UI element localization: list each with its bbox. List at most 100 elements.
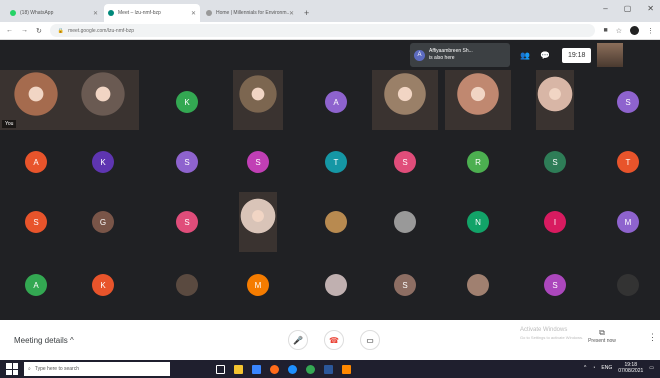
tab-millennials[interactable]: Home | Millennials for Environm... ✕ xyxy=(202,4,298,22)
window-controls: – ▢ ✕ xyxy=(603,4,654,13)
participant-avatar[interactable]: S xyxy=(247,151,269,173)
participant-avatar[interactable]: A xyxy=(325,91,347,113)
firefox-icon[interactable] xyxy=(270,364,279,374)
participant-avatar[interactable]: M xyxy=(247,274,269,296)
close-window-icon[interactable]: ✕ xyxy=(647,4,654,13)
participant-avatar[interactable]: T xyxy=(617,151,639,173)
search-icon: ⌕ xyxy=(28,366,31,372)
menu-dots-icon[interactable]: ⋮ xyxy=(647,27,654,35)
participant-avatar[interactable]: I xyxy=(544,211,566,233)
wifi-icon[interactable]: ◔ xyxy=(592,365,595,371)
participant-avatar[interactable]: A xyxy=(25,274,47,296)
whatsapp-icon xyxy=(10,10,16,16)
maximize-icon[interactable]: ▢ xyxy=(624,4,632,13)
participant-video-tile[interactable] xyxy=(67,70,139,130)
profile-avatar[interactable] xyxy=(630,26,639,35)
tab-title: (18) WhatsApp xyxy=(20,10,54,16)
participant-video-tile[interactable] xyxy=(445,70,511,130)
participant-video-tile[interactable] xyxy=(536,70,574,130)
participant-avatar[interactable]: S xyxy=(544,151,566,173)
forward-icon[interactable]: → xyxy=(21,27,28,34)
end-call-button[interactable]: ☎ xyxy=(324,330,344,350)
participant-avatar[interactable]: S xyxy=(394,274,416,296)
meeting-controls-bar: Meeting details ^ 🎤 ☎ ▭ Activate Windows… xyxy=(0,320,660,360)
participant-video-tile[interactable] xyxy=(239,192,277,252)
url-field[interactable]: 🔒 meet.google.com/lzu-nmf-bzp xyxy=(49,24,596,37)
phone-hangup-icon: ☎ xyxy=(329,335,339,345)
participant-avatar[interactable] xyxy=(325,274,347,296)
taskbar-date: 07/08/2021 xyxy=(618,368,644,374)
tab-title: Home | Millennials for Environm... xyxy=(216,10,289,16)
taskbar-search[interactable]: ⌕ Type here to search xyxy=(24,362,170,376)
participant-avatar[interactable] xyxy=(467,274,489,296)
close-tab-icon[interactable]: ✕ xyxy=(93,10,98,17)
participant-avatar[interactable]: M xyxy=(617,211,639,233)
activate-sub: Go to Settings to activate Windows. xyxy=(520,335,584,340)
minimize-icon[interactable]: – xyxy=(603,4,607,13)
participant-avatar[interactable] xyxy=(617,274,639,296)
people-icon[interactable]: 👥 xyxy=(520,51,530,60)
present-label: Present now xyxy=(588,338,616,344)
participant-avatar[interactable]: S xyxy=(176,211,198,233)
participant-avatar[interactable]: S xyxy=(394,151,416,173)
participant-avatar[interactable]: G xyxy=(92,211,114,233)
participant-avatar[interactable]: N xyxy=(467,211,489,233)
tab-meet[interactable]: Meet – lzu-nmf-bzp ✕ xyxy=(104,4,200,22)
search-placeholder: Type here to search xyxy=(34,366,80,372)
notification-icon[interactable]: ▭ xyxy=(649,365,654,371)
vlc-icon[interactable] xyxy=(342,364,351,374)
participant-avatar[interactable]: S xyxy=(617,91,639,113)
tab-whatsapp[interactable]: (18) WhatsApp ✕ xyxy=(6,4,102,22)
joined-name: Affiyaambreen Sh... xyxy=(429,48,473,54)
participant-avatar[interactable] xyxy=(176,274,198,296)
chat-icon[interactable]: 💬 xyxy=(540,51,550,60)
mic-button[interactable]: 🎤 xyxy=(288,330,308,350)
file-explorer-icon[interactable] xyxy=(234,364,243,374)
joined-status: is also here xyxy=(429,55,455,61)
participant-avatar[interactable]: S xyxy=(176,151,198,173)
close-tab-icon[interactable]: ✕ xyxy=(191,10,196,17)
taskbar-apps xyxy=(216,364,351,374)
new-tab-button[interactable]: + xyxy=(304,8,309,18)
system-tray: ^ ◔ ENG 19:18 07/08/2021 ▭ xyxy=(584,362,654,374)
url-text: meet.google.com/lzu-nmf-bzp xyxy=(68,27,134,34)
participant-avatar[interactable]: S xyxy=(25,211,47,233)
store-icon[interactable] xyxy=(252,364,261,374)
windows-taskbar: ⌕ Type here to search ^ ◔ ENG 19:18 07/0… xyxy=(0,360,660,378)
screen: (18) WhatsApp ✕ Meet – lzu-nmf-bzp ✕ Hom… xyxy=(0,0,660,378)
participant-avatar[interactable] xyxy=(325,211,347,233)
participant-avatar[interactable]: K xyxy=(176,91,198,113)
tab-title: Meet – lzu-nmf-bzp xyxy=(118,10,161,16)
windows-start-icon[interactable] xyxy=(6,363,18,375)
close-tab-icon[interactable]: ✕ xyxy=(289,10,294,17)
participant-video-tile[interactable]: You xyxy=(0,70,72,130)
participant-avatar[interactable]: K xyxy=(92,151,114,173)
participant-video-tile[interactable] xyxy=(372,70,438,130)
participant-avatar[interactable]: T xyxy=(325,151,347,173)
meet-icon xyxy=(108,10,114,16)
taskview-icon[interactable] xyxy=(216,364,225,374)
edge-icon[interactable] xyxy=(288,364,297,374)
activate-windows-watermark: Activate Windows Go to Settings to activ… xyxy=(520,326,583,342)
present-now-button[interactable]: ⧉ Present now xyxy=(582,328,622,344)
tray-arrow-icon[interactable]: ^ xyxy=(584,365,586,371)
globe-icon xyxy=(206,10,212,16)
camera-indicator-icon[interactable]: ■ xyxy=(603,27,607,34)
star-icon[interactable]: ☆ xyxy=(616,27,622,35)
reload-icon[interactable]: ↻ xyxy=(36,27,42,35)
participant-avatar[interactable]: S xyxy=(544,274,566,296)
chrome-icon[interactable] xyxy=(306,364,315,374)
participant-video-tile[interactable] xyxy=(233,70,283,130)
participant-avatar[interactable]: A xyxy=(25,151,47,173)
joined-avatar: A xyxy=(414,49,425,61)
more-options-icon[interactable]: ⋮ xyxy=(648,332,657,343)
participant-avatar[interactable] xyxy=(394,211,416,233)
language-label[interactable]: ENG xyxy=(601,365,612,371)
participant-avatar[interactable]: K xyxy=(92,274,114,296)
participant-avatar[interactable]: R xyxy=(467,151,489,173)
camera-button[interactable]: ▭ xyxy=(360,330,380,350)
back-icon[interactable]: ← xyxy=(6,27,13,34)
meet-grid: A Affiyaambreen Sh... is also here 👥 💬 1… xyxy=(0,40,660,320)
word-icon[interactable] xyxy=(324,364,333,374)
meeting-details-button[interactable]: Meeting details ^ xyxy=(14,336,74,345)
